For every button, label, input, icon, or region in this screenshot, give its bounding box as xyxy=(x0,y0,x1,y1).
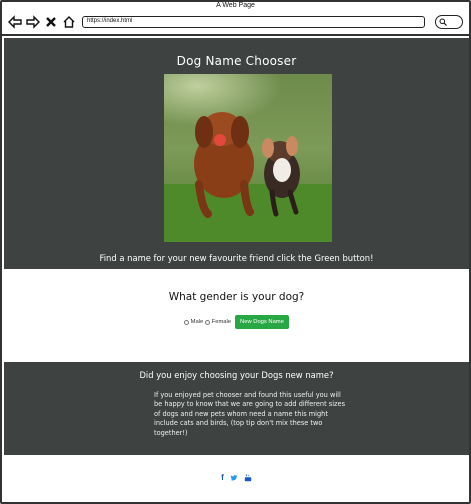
forward-arrow-icon[interactable] xyxy=(26,15,40,29)
browser-toolbar: https://index.html xyxy=(2,10,469,36)
search-icon xyxy=(439,18,447,26)
feedback-line: together!) xyxy=(154,428,188,437)
gender-section: What gender is your dog? Male Female New… xyxy=(4,269,469,362)
gender-options: Male Female New Dogs Name xyxy=(4,315,469,329)
hero-subtitle: Find a name for your new favourite frien… xyxy=(99,253,374,263)
close-icon[interactable] xyxy=(44,15,58,29)
address-bar[interactable]: https://index.html xyxy=(82,16,425,28)
feedback-line: of dogs and new pets whom need a name th… xyxy=(154,409,328,418)
window-title: A Web Page xyxy=(216,2,255,9)
new-dogs-name-button[interactable]: New Dogs Name xyxy=(235,315,289,329)
female-radio[interactable] xyxy=(205,319,211,325)
facebook-icon[interactable]: f xyxy=(221,473,224,482)
twitter-icon[interactable] xyxy=(230,474,238,482)
back-arrow-icon[interactable] xyxy=(8,15,22,29)
feedback-section: Did you enjoy choosing your Dogs new nam… xyxy=(4,362,469,455)
feedback-line: If you enjoyed pet chooser and found thi… xyxy=(154,391,341,399)
footer: f xyxy=(4,455,469,500)
feedback-line: be happy to know that we are going to ad… xyxy=(154,400,346,409)
feedback-text: If you enjoyed pet chooser and found thi… xyxy=(154,391,399,438)
female-option[interactable]: Female xyxy=(205,319,231,325)
browser-window: A Web Page https://index.html Dog Name C… xyxy=(0,0,471,504)
male-option[interactable]: Male xyxy=(184,319,203,325)
home-icon[interactable] xyxy=(62,15,76,29)
feedback-question: Did you enjoy choosing your Dogs new nam… xyxy=(139,370,334,380)
search-field[interactable] xyxy=(435,15,463,29)
web-page: Dog Name Chooser Find a name for your ne… xyxy=(4,38,469,500)
male-radio[interactable] xyxy=(184,319,190,325)
feedback-line: include cats and birds, (top tip don't m… xyxy=(154,419,323,428)
dogs-photo xyxy=(164,74,332,242)
social-links: f xyxy=(221,473,252,482)
hero-section: Dog Name Chooser Find a name for your ne… xyxy=(4,38,469,269)
page-title: Dog Name Chooser xyxy=(176,54,297,68)
youtube-icon[interactable] xyxy=(244,473,252,482)
female-label: Female xyxy=(211,319,232,325)
gender-question: What gender is your dog? xyxy=(168,291,305,303)
male-label: Male xyxy=(190,319,204,325)
